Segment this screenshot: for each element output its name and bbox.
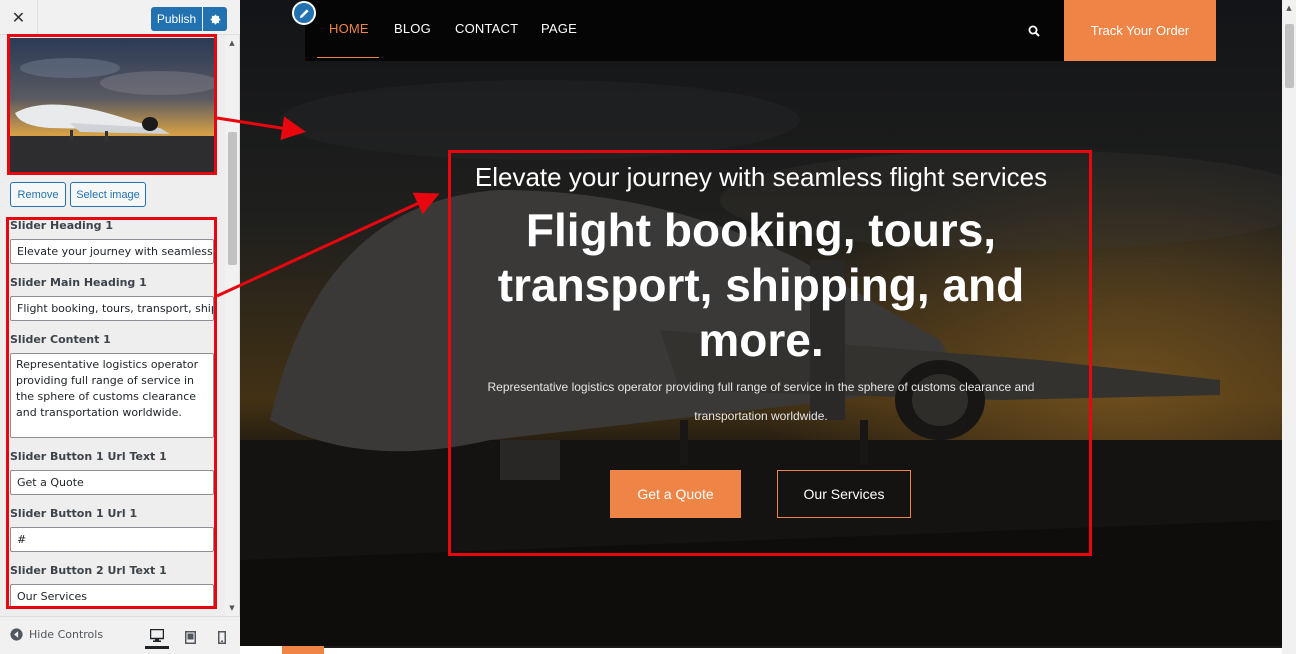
customizer-footer: Hide Controls xyxy=(0,616,240,654)
preview-tablet-button[interactable] xyxy=(178,625,202,649)
our-services-button[interactable]: Our Services xyxy=(777,470,911,518)
sidebar-scrollbar[interactable]: ▲ ▼ xyxy=(225,35,239,616)
select-image-button[interactable]: Select image xyxy=(70,182,146,207)
arrow-left-circle-icon xyxy=(10,628,23,641)
remove-image-button[interactable]: Remove xyxy=(10,182,66,207)
button2-text-label: Slider Button 2 Url Text 1 xyxy=(10,564,167,577)
nav-home[interactable]: HOME xyxy=(329,21,369,36)
slider-heading-input[interactable]: Elevate your journey with seamless fli xyxy=(10,239,214,264)
button2-text-input[interactable]: Our Services xyxy=(10,584,214,609)
site-preview: HOME BLOG CONTACT PAGE Track Your Order … xyxy=(240,0,1282,654)
hero-content: Representative logistics operator provid… xyxy=(487,380,1035,423)
preview-scrollbar[interactable]: ▲ xyxy=(1282,0,1296,654)
customizer-sidebar: ✕ Publish Remove Select image Slider Hea… xyxy=(0,0,240,654)
nav-contact[interactable]: CONTACT xyxy=(455,21,518,36)
button1-url-label: Slider Button 1 Url 1 xyxy=(10,507,138,520)
scroll-up-arrow-icon[interactable]: ▲ xyxy=(227,38,237,48)
desktop-icon xyxy=(150,629,164,642)
slider-heading-label: Slider Heading 1 xyxy=(10,219,113,232)
close-icon: ✕ xyxy=(11,8,26,27)
slider-main-heading-input[interactable]: Flight booking, tours, transport, shipp xyxy=(10,296,214,321)
hero-subheading: Elevate your journey with seamless fligh… xyxy=(474,162,1048,192)
mobile-icon xyxy=(218,630,226,644)
nav-page[interactable]: PAGE xyxy=(541,21,577,36)
slider-content-textarea[interactable]: Representative logistics operator provid… xyxy=(10,353,214,438)
preview-scroll-thumb[interactable] xyxy=(1285,24,1294,88)
preview-desktop-button[interactable] xyxy=(145,625,169,649)
slider-main-heading-label: Slider Main Heading 1 xyxy=(10,276,147,289)
scroll-down-arrow-icon[interactable]: ▼ xyxy=(227,603,237,613)
track-order-button[interactable]: Track Your Order xyxy=(1064,0,1216,61)
publish-settings-button[interactable] xyxy=(203,7,227,31)
next-section-accent xyxy=(282,646,324,654)
search-icon[interactable] xyxy=(1028,25,1040,37)
hide-controls-label: Hide Controls xyxy=(29,628,104,641)
nav-active-underline xyxy=(317,57,379,58)
publish-button[interactable]: Publish xyxy=(151,7,202,31)
tablet-icon xyxy=(184,630,196,644)
customizer-header: ✕ Publish xyxy=(0,0,240,35)
edit-shortcut-button[interactable] xyxy=(292,1,316,25)
button1-url-input[interactable]: # xyxy=(10,527,214,552)
main-navigation: HOME BLOG CONTACT PAGE xyxy=(305,0,1064,61)
next-section-divider xyxy=(324,646,1282,648)
preview-mobile-button[interactable] xyxy=(210,625,234,649)
sidebar-scroll-thumb[interactable] xyxy=(228,132,237,265)
slider-content-label: Slider Content 1 xyxy=(10,333,111,346)
pencil-icon xyxy=(299,8,309,18)
slider-image-preview xyxy=(10,38,214,173)
button1-text-label: Slider Button 1 Url Text 1 xyxy=(10,450,167,463)
hero-heading: Flight booking, tours, transport, shippi… xyxy=(497,204,1025,366)
preview-scroll-up-icon[interactable]: ▲ xyxy=(1284,3,1294,13)
close-button[interactable]: ✕ xyxy=(0,0,38,35)
button1-text-input[interactable]: Get a Quote xyxy=(10,470,214,495)
hide-controls-button[interactable]: Hide Controls xyxy=(10,628,103,641)
gear-icon xyxy=(210,14,220,24)
customizer-controls: Remove Select image Slider Heading 1 Ele… xyxy=(0,35,240,616)
get-a-quote-button[interactable]: Get a Quote xyxy=(610,470,741,518)
nav-blog[interactable]: BLOG xyxy=(394,21,431,36)
